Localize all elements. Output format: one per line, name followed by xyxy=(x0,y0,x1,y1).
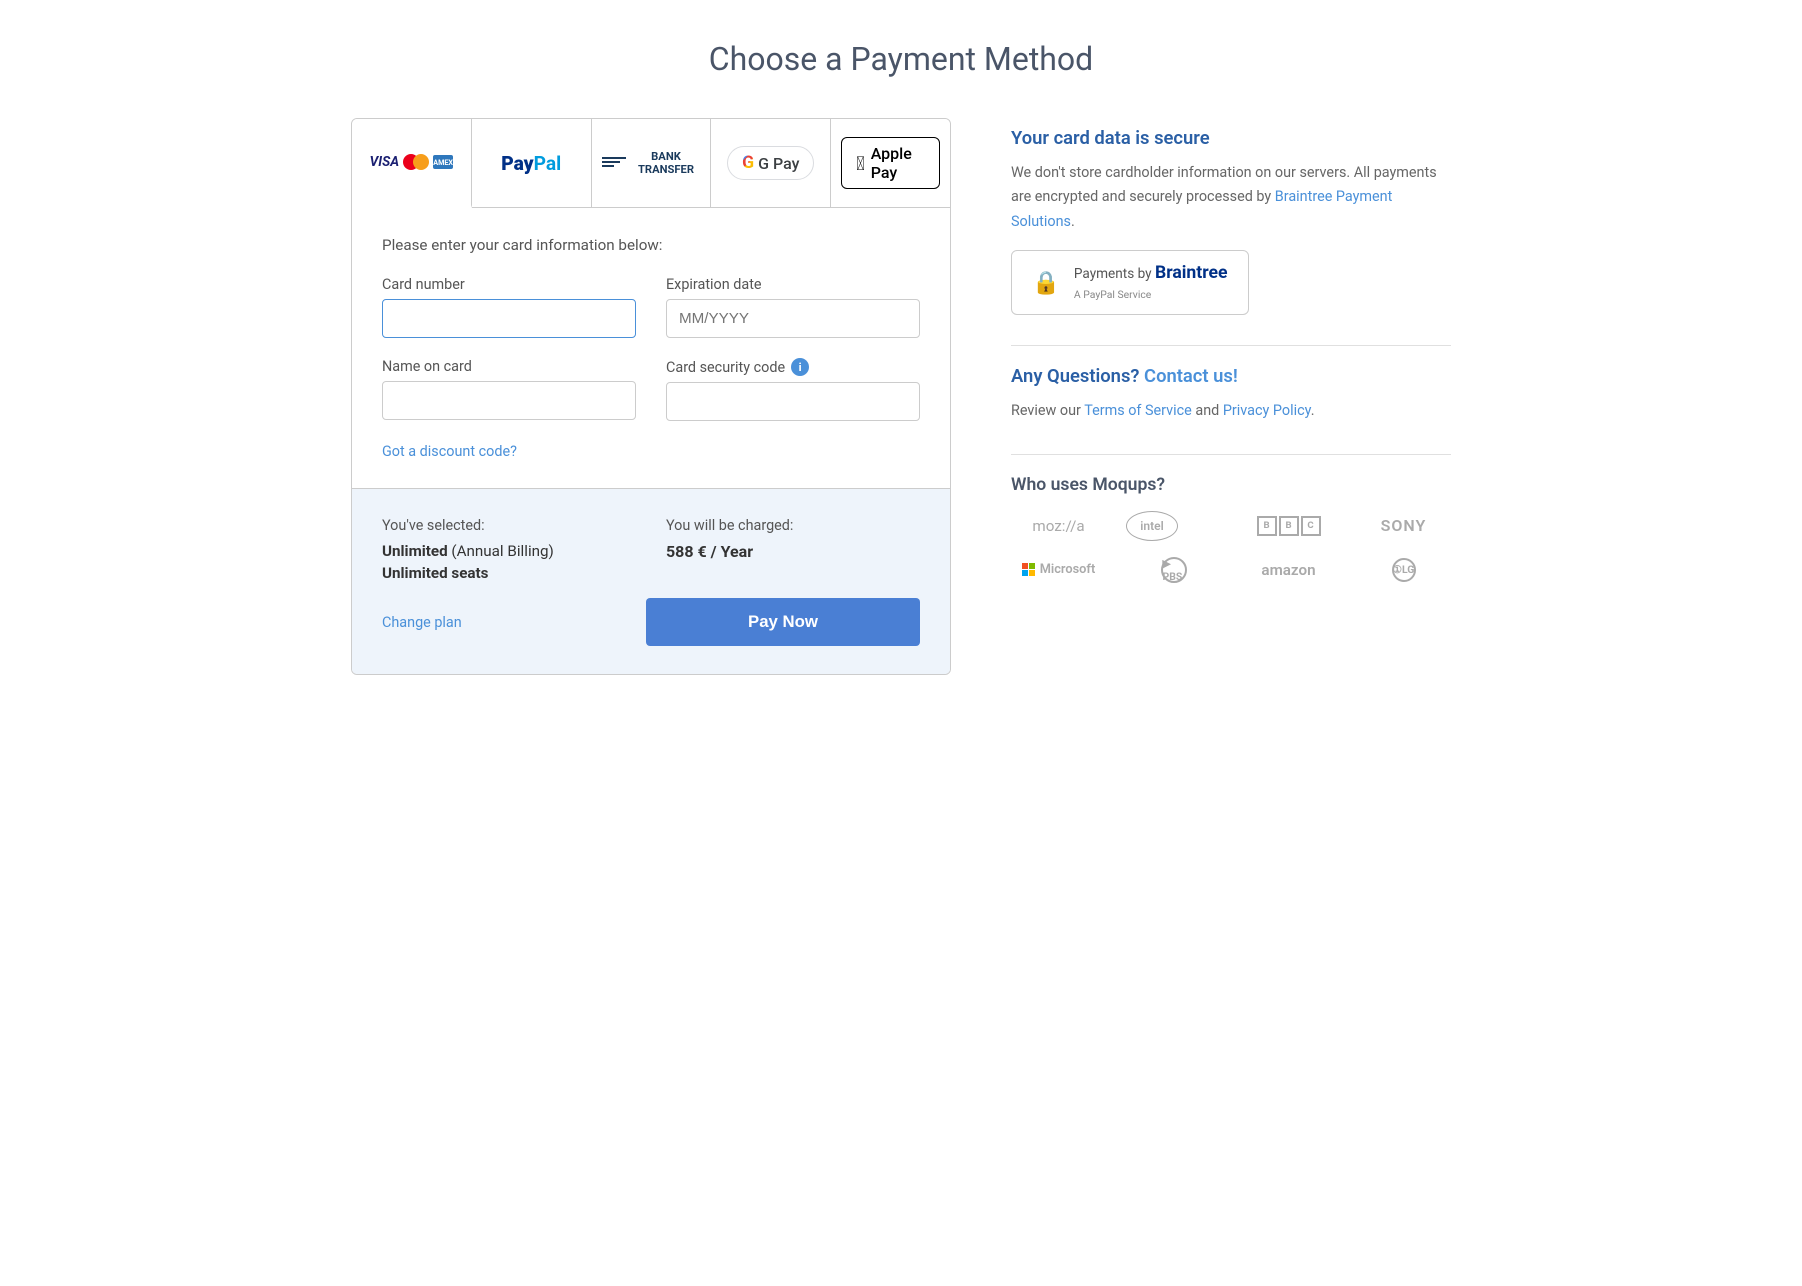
applepay-button:  Apple Pay xyxy=(841,137,940,189)
brand-bbc: B B C xyxy=(1241,511,1336,541)
summary-actions: Change plan Pay Now xyxy=(382,598,920,646)
bank-transfer-label: BANK TRANSFER xyxy=(632,150,701,177)
summary-row: You've selected: Unlimited (Annual Billi… xyxy=(382,517,920,582)
questions-heading: Any Questions? Contact us! xyxy=(1011,366,1451,387)
security-label-row: Card security code i xyxy=(666,358,920,376)
change-plan-link[interactable]: Change plan xyxy=(382,614,616,631)
braintree-text: Payments by BraintreeA PayPal Service xyxy=(1074,263,1228,302)
tab-paypal[interactable]: PayPal xyxy=(472,119,592,207)
security-input[interactable] xyxy=(666,382,920,421)
lock-icon: 🔒 xyxy=(1032,270,1060,296)
card-number-group: Card number xyxy=(382,276,636,338)
brand-logos-grid: moz://a intel B B C SONY Microsof xyxy=(1011,511,1451,585)
page-title: Choose a Payment Method xyxy=(60,40,1742,78)
discount-link[interactable]: Got a discount code? xyxy=(382,443,517,460)
summary-selected: You've selected: Unlimited (Annual Billi… xyxy=(382,517,636,582)
brand-lg: ①LG xyxy=(1356,555,1451,585)
price: 588 € / Year xyxy=(666,542,920,561)
gpay-button: G G Pay xyxy=(727,146,814,180)
security-group: Card security code i xyxy=(666,358,920,421)
brand-pbs: ▶ PBS xyxy=(1126,555,1221,585)
pay-now-button[interactable]: Pay Now xyxy=(646,598,920,646)
form-row-1: Card number Expiration date xyxy=(382,276,920,338)
brand-mozilla: moz://a xyxy=(1011,511,1106,541)
name-group: Name on card xyxy=(382,358,636,421)
form-intro: Please enter your card information below… xyxy=(382,236,920,254)
divider-2 xyxy=(1011,454,1451,455)
questions-section: Any Questions? Contact us! Review our Te… xyxy=(1011,366,1451,423)
payment-panel: VISA AMEX PayPal xyxy=(351,118,951,675)
expiration-group: Expiration date xyxy=(666,276,920,338)
review-text: Review our Terms of Service and Privacy … xyxy=(1011,399,1451,423)
plan-billing: (Annual Billing) xyxy=(451,542,553,560)
name-label: Name on card xyxy=(382,358,636,375)
brand-microsoft: Microsoft xyxy=(1011,555,1106,585)
mastercard-icon xyxy=(403,154,429,170)
expiration-input[interactable] xyxy=(666,299,920,338)
tab-bank-transfer[interactable]: BANK TRANSFER xyxy=(592,119,712,207)
name-input[interactable] xyxy=(382,381,636,420)
g-icon: G xyxy=(742,153,754,173)
privacy-link[interactable]: Privacy Policy xyxy=(1223,402,1311,419)
tab-cards[interactable]: VISA AMEX xyxy=(352,119,472,208)
apple-icon:  xyxy=(856,152,865,175)
applepay-label: Apple Pay xyxy=(871,144,925,182)
divider-1 xyxy=(1011,345,1451,346)
security-text: We don't store cardholder information on… xyxy=(1011,161,1451,234)
security-label: Card security code xyxy=(666,359,785,376)
gpay-label: G Pay xyxy=(758,154,799,173)
card-number-label: Card number xyxy=(382,276,636,293)
summary-charged: You will be charged: 588 € / Year xyxy=(666,517,920,582)
terms-link[interactable]: Terms of Service xyxy=(1084,402,1192,419)
braintree-badge: 🔒 Payments by BraintreeA PayPal Service xyxy=(1011,250,1249,315)
who-uses-heading: Who uses Moqups? xyxy=(1011,475,1451,495)
main-layout: VISA AMEX PayPal xyxy=(351,118,1451,675)
plan-name: Unlimited (Annual Billing) xyxy=(382,542,636,560)
summary-section: You've selected: Unlimited (Annual Billi… xyxy=(352,488,950,674)
security-section: Your card data is secure We don't store … xyxy=(1011,128,1451,315)
brand-intel: intel xyxy=(1126,511,1178,541)
right-panel: Your card data is secure We don't store … xyxy=(1011,118,1451,675)
tab-applepay[interactable]:  Apple Pay xyxy=(831,119,950,207)
brand-sony: SONY xyxy=(1356,511,1451,541)
card-icons: VISA AMEX xyxy=(370,154,453,170)
plan-seats: Unlimited seats xyxy=(382,564,636,582)
paypal-logo: PayPal xyxy=(501,152,561,175)
visa-icon: VISA xyxy=(370,154,399,170)
brand-amazon: amazon xyxy=(1241,555,1336,585)
security-heading: Your card data is secure xyxy=(1011,128,1451,149)
expiration-label: Expiration date xyxy=(666,276,920,293)
bank-transfer-icon: BANK TRANSFER xyxy=(602,150,701,177)
amex-icon: AMEX xyxy=(433,155,453,169)
selected-label: You've selected: xyxy=(382,517,636,534)
form-row-2: Name on card Card security code i xyxy=(382,358,920,421)
who-uses-section: Who uses Moqups? moz://a intel B B C SON… xyxy=(1011,475,1451,585)
card-number-input[interactable] xyxy=(382,299,636,338)
charged-label: You will be charged: xyxy=(666,517,920,534)
card-form: Please enter your card information below… xyxy=(352,208,950,488)
tab-gpay[interactable]: G G Pay xyxy=(711,119,831,207)
payment-tabs: VISA AMEX PayPal xyxy=(352,119,950,208)
security-info-icon[interactable]: i xyxy=(791,358,809,376)
